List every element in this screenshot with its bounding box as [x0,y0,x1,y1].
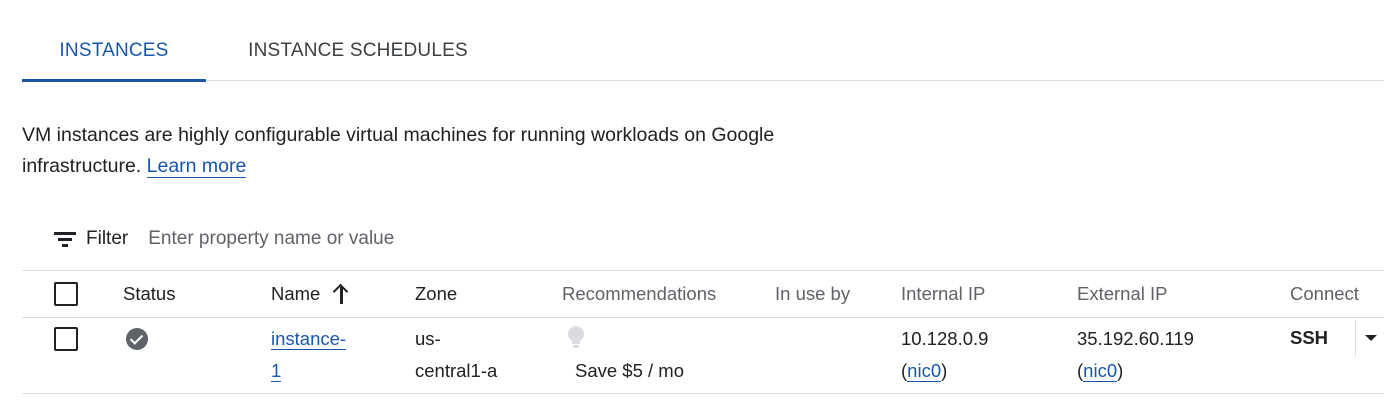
recommendation-text[interactable]: Save $5 / mo [575,355,684,387]
internal-nic-link[interactable]: nic0 [907,360,942,382]
tab-bar: INSTANCES INSTANCE SCHEDULES [22,22,1384,82]
column-header-internal-ip[interactable]: Internal IP [901,271,985,317]
row-select-cell [54,327,78,351]
select-all-cell [54,271,78,317]
instance-name-link[interactable]: instance- [271,328,347,350]
zone-line1: us- [415,328,441,349]
filter-list-icon[interactable] [54,230,76,248]
external-ip-cell: 35.192.60.119 (nic0) [1077,323,1194,387]
external-nic-paren-close: ) [1117,360,1124,381]
external-nic-link[interactable]: nic0 [1083,360,1118,382]
arrow-upward-icon[interactable] [332,284,350,304]
tab-instance-schedules[interactable]: INSTANCE SCHEDULES [227,22,489,80]
internal-nic-paren-close: ) [941,360,948,381]
zone-line2: central1-a [415,360,498,381]
row-checkbox[interactable] [54,327,78,351]
select-all-checkbox[interactable] [54,282,78,306]
filter-input[interactable] [148,228,549,250]
ssh-divider [1355,320,1356,356]
status-cell [126,328,148,350]
ssh-options-dropdown-icon[interactable] [1357,320,1384,356]
table-row: instance- 1 us- central1-a Save $5 / mo … [22,318,1384,394]
column-header-name-label: Name [271,283,321,304]
instance-name-link-continued[interactable]: 1 [271,360,282,382]
learn-more-link[interactable]: Learn more [146,155,247,178]
instances-table: Status Name Zone Recommendations In use … [22,270,1384,394]
column-header-name[interactable]: Name [271,271,350,317]
column-header-in-use-by[interactable]: In use by [775,271,850,317]
column-header-recommendations[interactable]: Recommendations [562,271,716,317]
instance-name-cell: instance- 1 [271,323,347,387]
column-header-connect[interactable]: Connect [1290,271,1359,317]
column-header-external-ip[interactable]: External IP [1077,271,1168,317]
lightbulb-icon [568,326,584,350]
description-text: VM instances are highly configurable vir… [22,124,775,177]
page-description: VM instances are highly configurable vir… [22,120,842,182]
column-header-zone[interactable]: Zone [415,271,457,317]
internal-ip-cell: 10.128.0.9 (nic0) [901,323,988,387]
filter-bar: Filter [54,222,549,256]
tab-instances[interactable]: INSTANCES [22,22,206,82]
check-circle-icon [126,328,148,350]
zone-cell: us- central1-a [415,323,497,387]
column-header-status[interactable]: Status [123,271,175,317]
filter-label[interactable]: Filter [86,228,128,250]
external-ip-value: 35.192.60.119 [1077,328,1194,349]
table-header: Status Name Zone Recommendations In use … [22,270,1384,318]
internal-ip-value: 10.128.0.9 [901,328,989,349]
ssh-button[interactable]: SSH [1290,326,1328,350]
